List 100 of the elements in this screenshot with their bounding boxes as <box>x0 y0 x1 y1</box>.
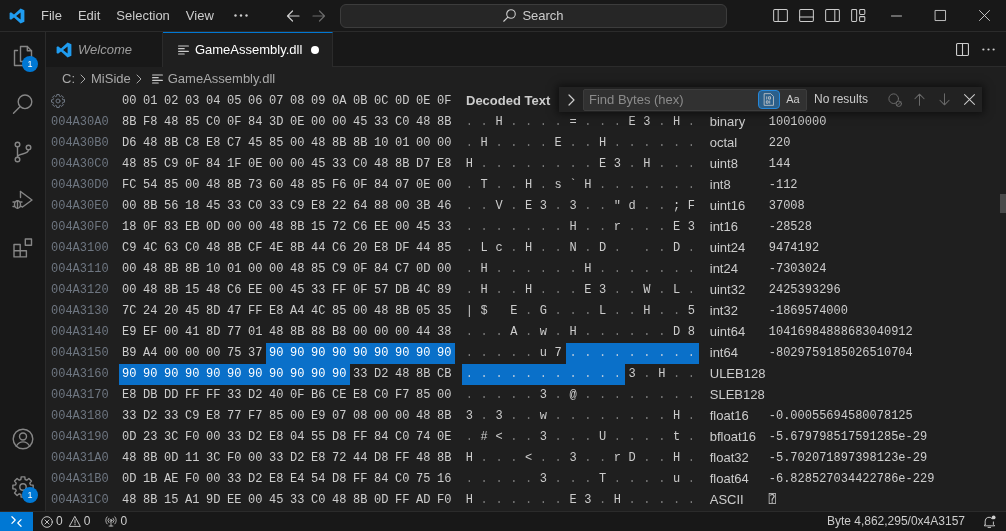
hex-byte[interactable]: 01 <box>392 133 413 154</box>
decoded-char[interactable]: . <box>580 448 596 469</box>
hex-byte[interactable]: 8D <box>203 322 224 343</box>
hex-byte[interactable]: E8 <box>308 196 329 217</box>
hex-byte[interactable]: 0F <box>140 217 161 238</box>
hex-byte[interactable]: 85 <box>308 259 329 280</box>
decoded-char[interactable]: . <box>550 217 566 238</box>
decoded-char[interactable]: . <box>476 406 492 427</box>
sidebar-right-icon[interactable] <box>824 9 840 22</box>
hex-byte[interactable]: 18 <box>119 217 140 238</box>
decoded-char[interactable]: L <box>595 301 610 322</box>
decoded-char[interactable]: . <box>565 469 581 490</box>
decoded-char[interactable]: G <box>536 301 551 322</box>
hex-byte[interactable]: 8B <box>161 280 182 301</box>
decoded-char[interactable]: " <box>609 196 625 217</box>
hex-byte[interactable]: 90 <box>329 364 350 385</box>
decoded-char[interactable]: . <box>595 196 610 217</box>
hex-byte[interactable]: 00 <box>434 259 455 280</box>
hex-byte[interactable]: 90 <box>308 343 329 364</box>
bell-icon[interactable] <box>983 515 996 528</box>
ports-count[interactable]: 0 <box>120 514 128 529</box>
hex-byte[interactable]: E8 <box>203 406 224 427</box>
hex-byte[interactable]: 3D <box>266 112 287 133</box>
decoded-char[interactable]: . <box>669 133 684 154</box>
decoded-char[interactable]: . <box>506 154 522 175</box>
hex-byte[interactable]: C9 <box>182 406 203 427</box>
hex-byte[interactable]: D2 <box>245 427 266 448</box>
decoded-char[interactable]: . <box>462 175 477 196</box>
decoded-char[interactable]: . <box>624 175 640 196</box>
decoded-char[interactable]: . <box>536 490 551 511</box>
decoded-char[interactable]: . <box>506 280 522 301</box>
decoded-char[interactable]: . <box>521 154 536 175</box>
decoded-char[interactable]: . <box>609 406 625 427</box>
decoded-char[interactable]: D <box>624 448 640 469</box>
remote-button[interactable] <box>0 512 33 531</box>
decoded-char[interactable]: . <box>491 217 507 238</box>
hex-byte[interactable]: 89 <box>434 280 455 301</box>
decoded-char[interactable]: 3 <box>609 154 625 175</box>
hex-byte[interactable]: 72 <box>329 217 350 238</box>
decoded-char[interactable]: E <box>669 217 684 238</box>
decoded-char[interactable]: . <box>639 385 655 406</box>
hex-byte[interactable]: 00 <box>350 301 371 322</box>
decoded-char[interactable]: W <box>639 280 655 301</box>
decoded-char[interactable]: . <box>476 343 492 364</box>
decoded-char[interactable]: . <box>609 322 625 343</box>
decoded-char[interactable]: . <box>550 301 566 322</box>
hex-byte[interactable]: 90 <box>287 364 308 385</box>
decoded-char[interactable]: . <box>462 133 477 154</box>
decoded-char[interactable]: . <box>580 322 596 343</box>
hex-byte[interactable]: F6 <box>329 175 350 196</box>
decoded-char[interactable]: . <box>654 448 670 469</box>
hex-byte[interactable]: 48 <box>140 280 161 301</box>
hex-byte[interactable]: 00 <box>182 175 203 196</box>
menu-item[interactable]: Edit <box>69 4 109 27</box>
decoded-char[interactable]: . <box>595 448 610 469</box>
decoded-char[interactable]: A <box>506 322 522 343</box>
decoded-char[interactable]: 3 <box>536 469 551 490</box>
hex-byte[interactable]: 35 <box>434 301 455 322</box>
hex-byte[interactable]: 45 <box>350 112 371 133</box>
decoded-char[interactable]: H <box>669 406 684 427</box>
hex-byte[interactable]: 88 <box>371 196 392 217</box>
hex-byte[interactable]: 8B <box>140 448 161 469</box>
hex-byte[interactable]: 3C <box>203 448 224 469</box>
panel-bottom-icon[interactable] <box>798 9 814 22</box>
hex-byte[interactable]: 44 <box>350 448 371 469</box>
decoded-char[interactable]: 7 <box>550 343 566 364</box>
hex-byte[interactable]: 48 <box>287 175 308 196</box>
hex-byte[interactable]: 8B <box>224 238 245 259</box>
hex-byte[interactable]: 15 <box>182 280 203 301</box>
decoded-char[interactable]: . <box>683 259 699 280</box>
hex-byte[interactable]: 45 <box>266 490 287 511</box>
hex-byte[interactable]: 85 <box>329 301 350 322</box>
hex-byte[interactable]: 85 <box>413 385 434 406</box>
decoded-char[interactable]: H <box>595 133 610 154</box>
decoded-char[interactable]: . <box>624 133 640 154</box>
hex-byte[interactable]: C0 <box>308 490 329 511</box>
hex-byte[interactable]: F0 <box>434 490 455 511</box>
blocks-icon[interactable] <box>10 236 35 260</box>
decoded-char[interactable]: . <box>683 490 699 511</box>
hex-byte[interactable]: 48 <box>119 448 140 469</box>
hex-byte[interactable]: 84 <box>245 112 266 133</box>
decoded-char[interactable]: . <box>550 406 566 427</box>
hex-byte[interactable]: 10 <box>371 133 392 154</box>
hex-byte[interactable]: 33 <box>161 406 182 427</box>
decoded-char[interactable]: E <box>580 280 596 301</box>
maximize-icon[interactable] <box>934 10 946 21</box>
decoded-char[interactable]: . <box>595 385 610 406</box>
decoded-char[interactable]: . <box>683 238 699 259</box>
decoded-char[interactable]: . <box>491 448 507 469</box>
decoded-char[interactable]: 3 <box>536 385 551 406</box>
decoded-char[interactable]: . <box>609 238 625 259</box>
layout-grid-icon[interactable] <box>850 9 866 22</box>
hex-byte[interactable]: A4 <box>140 343 161 364</box>
decoded-char[interactable]: . <box>683 385 699 406</box>
hex-byte[interactable]: 00 <box>392 196 413 217</box>
decoded-char[interactable]: . <box>491 280 507 301</box>
hex-byte[interactable]: 0D <box>371 490 392 511</box>
hex-byte[interactable]: 8B <box>140 490 161 511</box>
hex-byte[interactable]: 00 <box>350 322 371 343</box>
hex-byte[interactable]: 00 <box>266 280 287 301</box>
